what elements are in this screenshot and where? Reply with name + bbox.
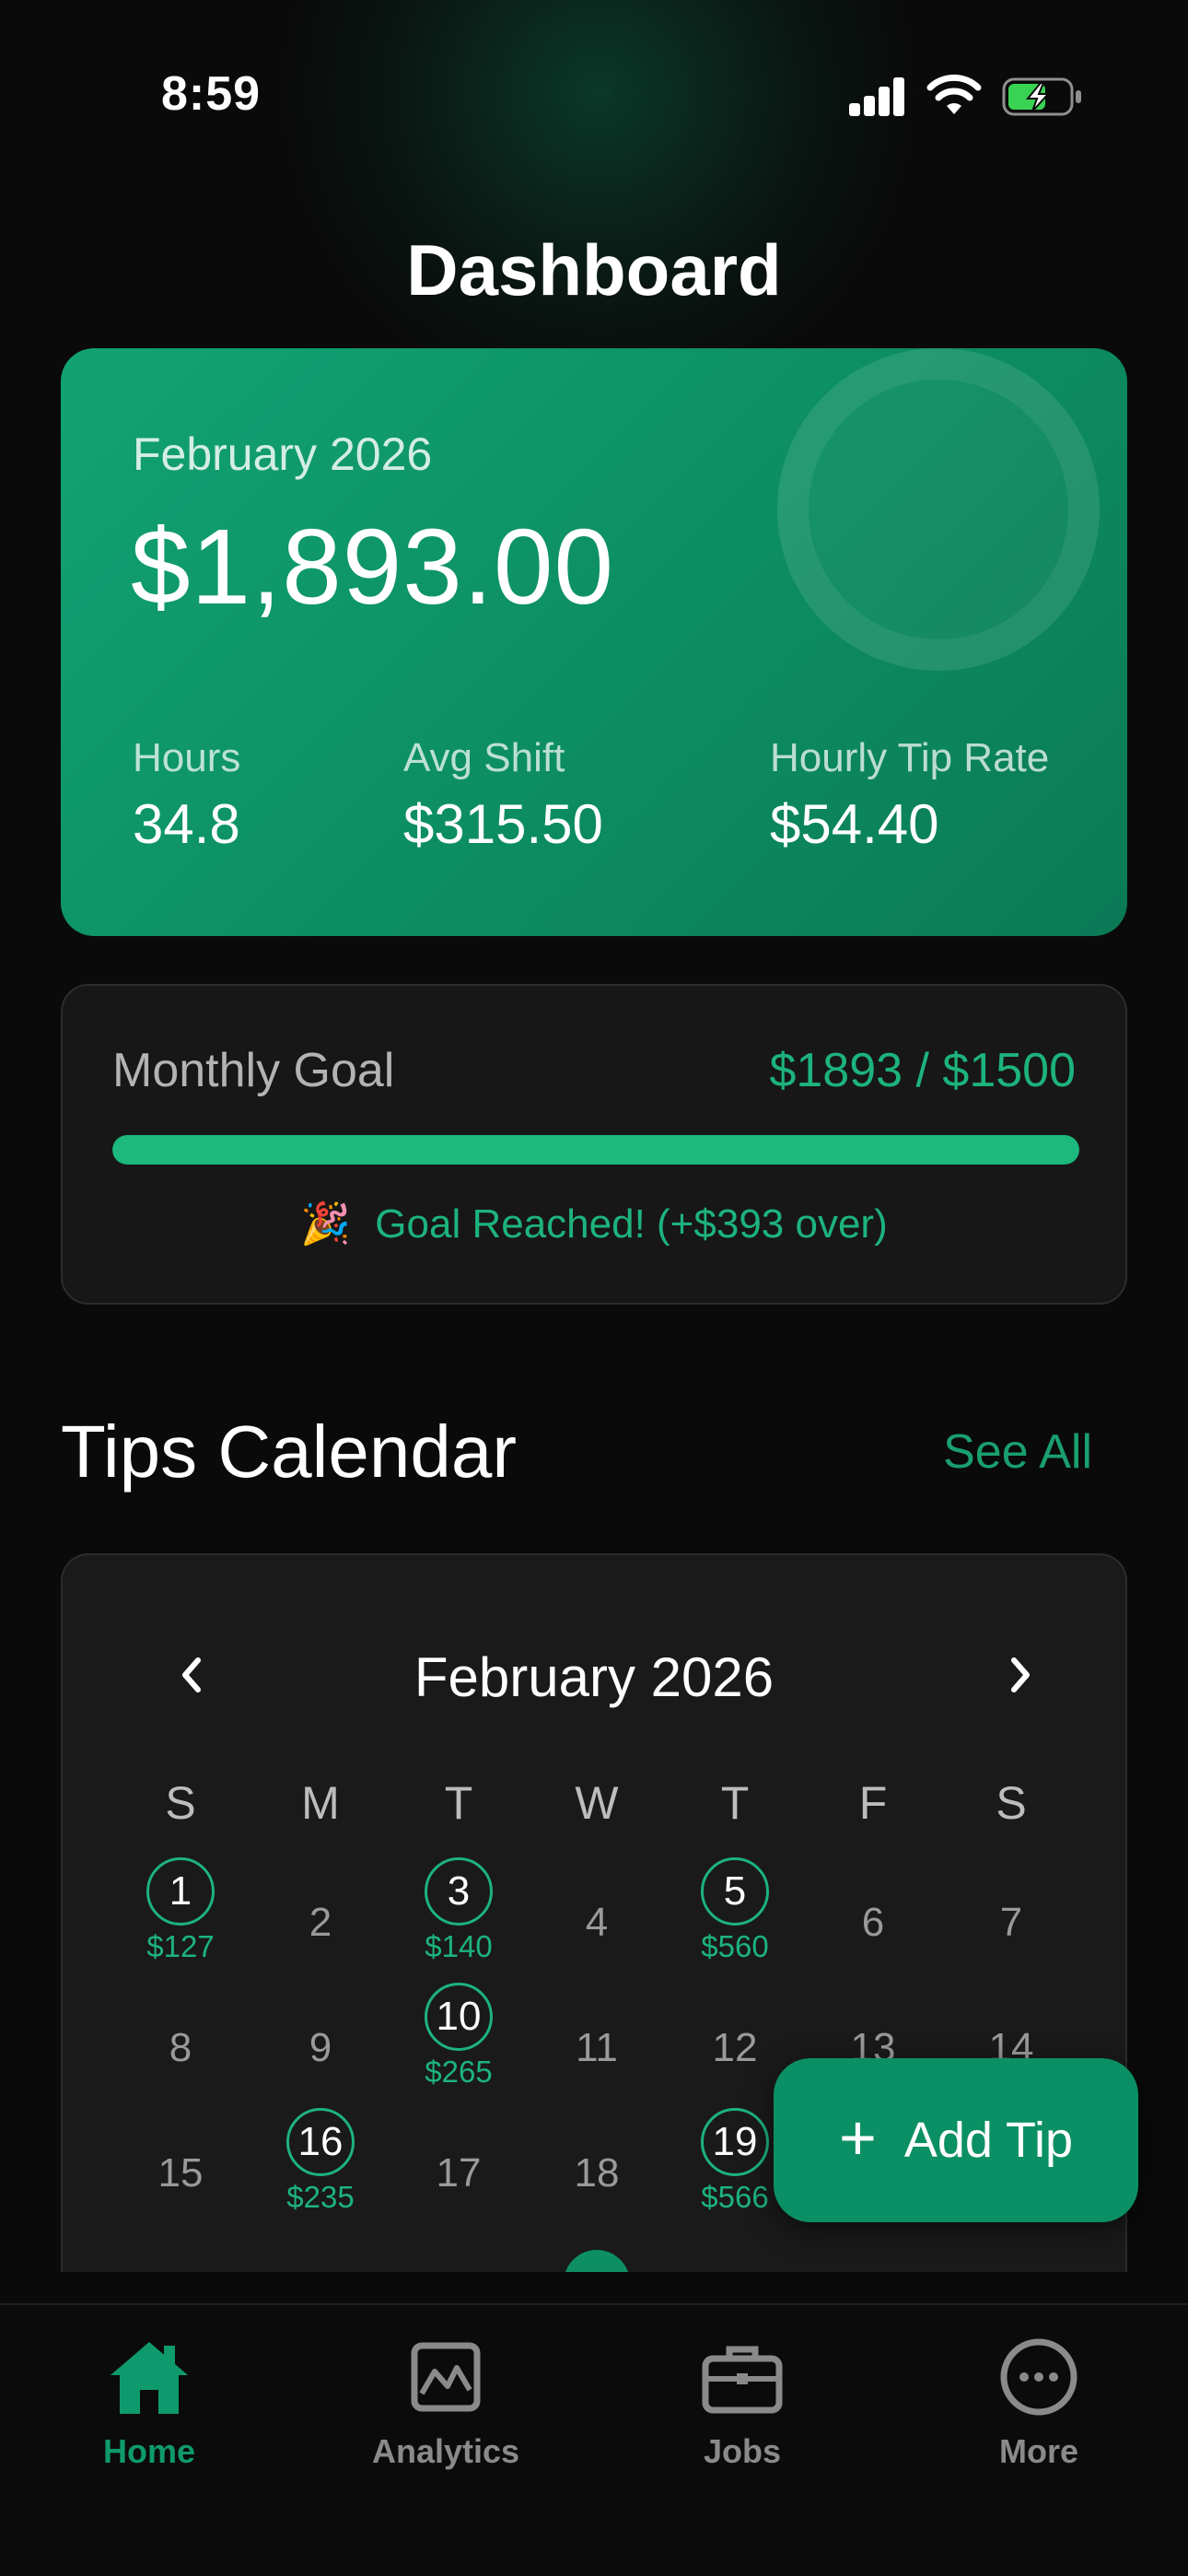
calendar-day-tip: $235 <box>286 2180 355 2214</box>
calendar-day-tip: $127 <box>146 1929 215 1963</box>
calendar-day-number: 18 <box>574 2150 620 2195</box>
calendar-day[interactable]: 16 $235 <box>274 2108 367 2215</box>
calendar-month: February 2026 <box>413 1646 775 1708</box>
calendar-day[interactable]: 10 $265 <box>413 1983 505 2090</box>
tab-more[interactable]: More <box>928 2333 1149 2471</box>
calendar-day-number: 6 <box>861 1900 885 1945</box>
calendar-day[interactable]: 12 <box>689 2014 781 2082</box>
calendar-day[interactable]: 8 <box>134 2014 227 2082</box>
wifi-icon <box>926 74 982 114</box>
add-tip-button[interactable]: + Add Tip <box>774 2058 1138 2222</box>
weekday-label: W <box>575 1777 619 1829</box>
tab-home[interactable]: Home <box>39 2333 260 2471</box>
see-all-link[interactable]: See All <box>943 1424 1092 1480</box>
tab-label: Home <box>102 2432 196 2470</box>
next-month-button[interactable] <box>993 1647 1048 1703</box>
goal-label: Monthly Goal <box>112 1044 395 1097</box>
stat-value: $54.40 <box>770 793 939 855</box>
bottom-tab-bar: Home Analytics Jobs More <box>0 2303 1188 2576</box>
chevron-right-icon <box>1011 1657 1030 1692</box>
calendar-day[interactable]: 3 $140 <box>413 1857 505 1964</box>
calendar-day-number: 17 <box>436 2150 482 2195</box>
calendar-day-number: 8 <box>169 2025 192 2070</box>
tab-jobs[interactable]: Jobs <box>632 2333 853 2471</box>
tab-analytics[interactable]: Analytics <box>335 2333 556 2471</box>
calendar-day-number: 3 <box>425 1857 493 1926</box>
calendar-day[interactable]: 15 <box>134 2139 227 2207</box>
calendar-day[interactable]: 2 <box>274 1889 367 1957</box>
calendar-day[interactable]: 11 <box>551 2014 643 2082</box>
weekday-label: T <box>720 1777 750 1829</box>
calendar-day-tip: $140 <box>425 1929 493 1963</box>
monthly-goal-card[interactable]: Monthly Goal $1893 / $1500 🎉 Goal Reache… <box>61 984 1127 1305</box>
calendar-day-number: 16 <box>286 2108 355 2176</box>
goal-progress-bar <box>112 1135 1079 1165</box>
monthly-summary-card[interactable]: February 2026 $1,893.00 Hours 34.8 Avg S… <box>61 348 1127 936</box>
battery-charging-icon <box>1002 77 1081 116</box>
calendar-day-number: 2 <box>309 1900 332 1945</box>
calendar-day-number: 19 <box>701 2108 769 2176</box>
calendar-day[interactable]: 18 <box>551 2139 643 2207</box>
cellular-signal-icon <box>849 77 906 116</box>
summary-total: $1,893.00 <box>131 507 615 626</box>
calendar-day-number: 4 <box>585 1900 609 1945</box>
calendar-day-marker <box>564 2250 630 2272</box>
plus-icon: + <box>838 2102 877 2173</box>
calendar-day-number: 10 <box>425 1983 493 2051</box>
calendar-day[interactable]: 6 <box>827 1889 919 1957</box>
tab-label: More <box>998 2432 1078 2470</box>
tips-calendar-title: Tips Calendar <box>61 1411 518 1493</box>
weekday-label: S <box>996 1777 1027 1829</box>
stat-hourly-tip-rate: Hourly Tip Rate $54.40 <box>770 735 1049 856</box>
goal-status-text: Goal Reached! (+$393 over) <box>375 1201 888 1247</box>
goal-status: 🎉 Goal Reached! (+$393 over) <box>63 1200 1125 1247</box>
tab-label: Jobs <box>703 2432 782 2470</box>
home-icon <box>111 2342 188 2414</box>
tab-label: Analytics <box>371 2432 520 2470</box>
calendar-day-number: 15 <box>157 2150 204 2195</box>
calendar-day[interactable]: 9 <box>274 2014 367 2082</box>
status-bar: 8:59 <box>0 0 1188 184</box>
stat-avg-shift: Avg Shift $315.50 <box>403 735 603 856</box>
calendar-day-tip: $560 <box>701 1929 769 1963</box>
status-time: 8:59 <box>161 67 262 121</box>
calendar-day[interactable]: 17 <box>413 2139 505 2207</box>
calendar-day[interactable]: 1 $127 <box>134 1857 227 1964</box>
page-title: Dashboard <box>406 229 782 310</box>
calendar-day-number: 12 <box>712 2025 758 2070</box>
summary-month: February 2026 <box>133 428 433 480</box>
calendar-day[interactable]: 5 $560 <box>689 1857 781 1964</box>
weekday-label: T <box>444 1777 473 1829</box>
calendar-day-tip: $566 <box>701 2180 769 2214</box>
stat-value: 34.8 <box>133 793 240 855</box>
calendar-day-number: 11 <box>576 2025 618 2070</box>
decorative-ring <box>777 348 1100 671</box>
calendar-day[interactable]: 7 <box>965 1889 1057 1957</box>
weekday-label: F <box>858 1777 888 1829</box>
stat-hours: Hours 34.8 <box>133 735 240 856</box>
weekday-label: S <box>165 1777 196 1829</box>
calendar-day-number: 1 <box>146 1857 215 1926</box>
party-popper-icon: 🎉 <box>300 1201 352 1247</box>
stat-label: Hours <box>133 735 241 780</box>
weekday-label: M <box>301 1777 340 1829</box>
analytics-icon <box>411 2342 481 2412</box>
briefcase-icon <box>702 2346 783 2414</box>
stat-value: $315.50 <box>403 793 603 855</box>
calendar-day[interactable]: 4 <box>551 1889 643 1957</box>
calendar-day-tip: $265 <box>425 2055 493 2089</box>
stat-label: Avg Shift <box>403 735 565 780</box>
goal-amount: $1893 / $1500 <box>769 1044 1076 1097</box>
calendar-day-number: 5 <box>701 1857 769 1926</box>
goal-progress-fill <box>112 1135 1079 1165</box>
calendar-day-number: 7 <box>999 1900 1023 1945</box>
calendar-day[interactable]: 19 $566 <box>689 2108 781 2215</box>
stat-label: Hourly Tip Rate <box>770 735 1050 780</box>
calendar-day-number: 9 <box>309 2025 332 2070</box>
add-tip-label: Add Tip <box>903 2113 1073 2168</box>
more-icon <box>1000 2338 1077 2416</box>
